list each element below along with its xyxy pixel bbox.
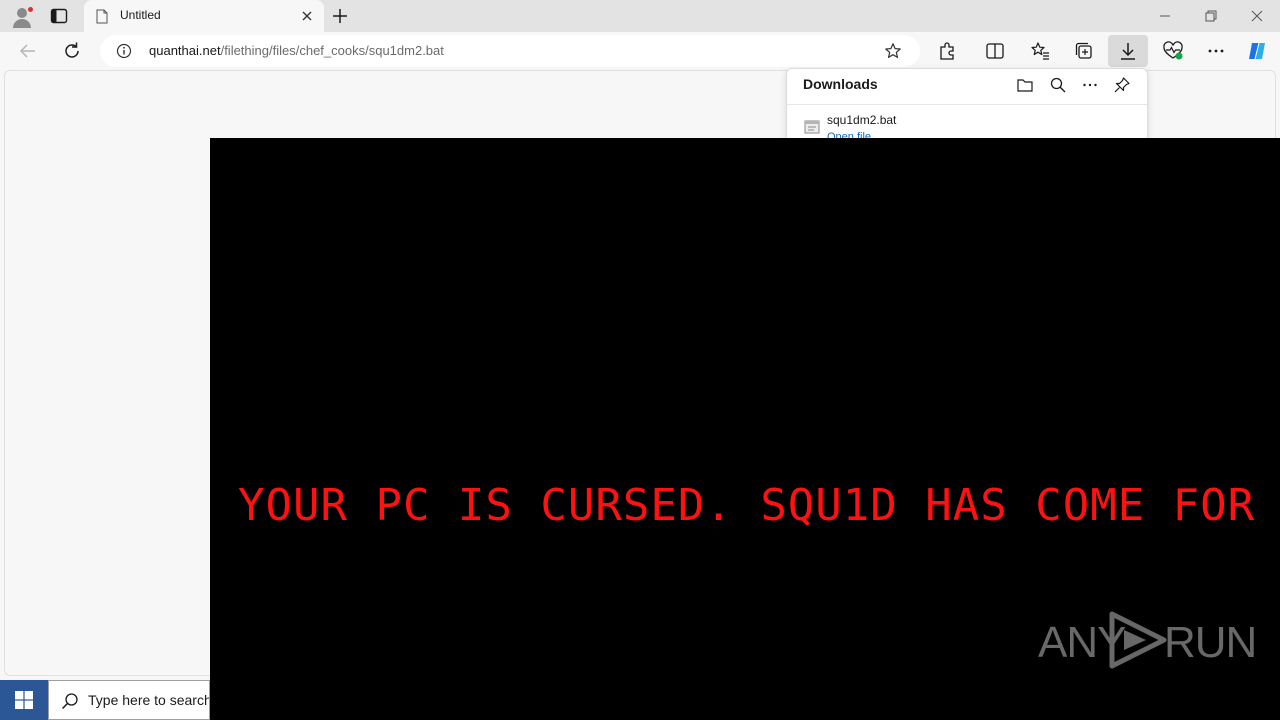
copilot-icon[interactable] [1246,40,1268,62]
anyrun-watermark: ANY RUN [1038,608,1257,672]
download-filename[interactable]: squ1dm2.bat [827,113,896,127]
watermark-run: RUN [1164,618,1257,667]
taskbar: Type here to search [0,680,210,720]
minimize-icon[interactable] [1157,8,1173,24]
download-icon [1121,43,1135,60]
tab-actions-icon[interactable] [50,8,68,24]
info-icon[interactable] [116,43,132,59]
browser-toolbar: quanthai.net/filething/files/chef_cooks/… [0,32,1280,70]
windows-logo-icon [15,691,33,709]
downloads-title: Downloads [803,76,878,92]
tab-title: Untitled [120,8,161,22]
page-icon [96,9,108,24]
plus-icon[interactable] [330,6,350,26]
search-icon[interactable] [1049,76,1067,94]
window-close-icon[interactable] [1249,8,1265,24]
split-screen-icon[interactable] [984,40,1006,62]
pin-icon[interactable] [1113,76,1131,94]
batch-file-icon [804,120,820,134]
taskbar-search[interactable]: Type here to search [48,680,210,720]
profile-icon[interactable] [10,5,34,29]
refresh-icon[interactable] [61,40,83,62]
downloads-button[interactable] [1108,35,1148,67]
more-icon[interactable] [1081,76,1099,94]
favorites-icon[interactable] [1029,40,1051,62]
active-tab[interactable]: Untitled [84,0,324,32]
star-icon[interactable] [884,42,902,60]
address-bar[interactable]: quanthai.net/filething/files/chef_cooks/… [100,35,920,67]
back-arrow-icon[interactable] [17,40,39,62]
restore-icon[interactable] [1203,8,1219,24]
notification-dot [27,6,34,13]
tab-bar: Untitled [0,0,1280,32]
more-icon[interactable] [1205,40,1227,62]
play-logo-icon [1109,611,1167,669]
search-placeholder: Type here to search [88,692,210,708]
puzzle-icon[interactable] [936,40,958,62]
close-icon[interactable] [300,9,314,23]
url-host: quanthai.net [149,43,221,58]
divider [787,104,1147,105]
search-icon [61,693,78,710]
collections-icon[interactable] [1073,40,1095,62]
url-path: /filething/files/chef_cooks/squ1dm2.bat [220,43,444,58]
url-text[interactable]: quanthai.net/filething/files/chef_cooks/… [149,43,444,58]
folder-icon[interactable] [1016,76,1034,94]
start-button[interactable] [0,680,48,720]
heart-pulse-icon[interactable] [1162,40,1184,62]
curse-message: YOUR PC IS CURSED. SQU1D HAS COME FOR YO… [238,480,1280,531]
